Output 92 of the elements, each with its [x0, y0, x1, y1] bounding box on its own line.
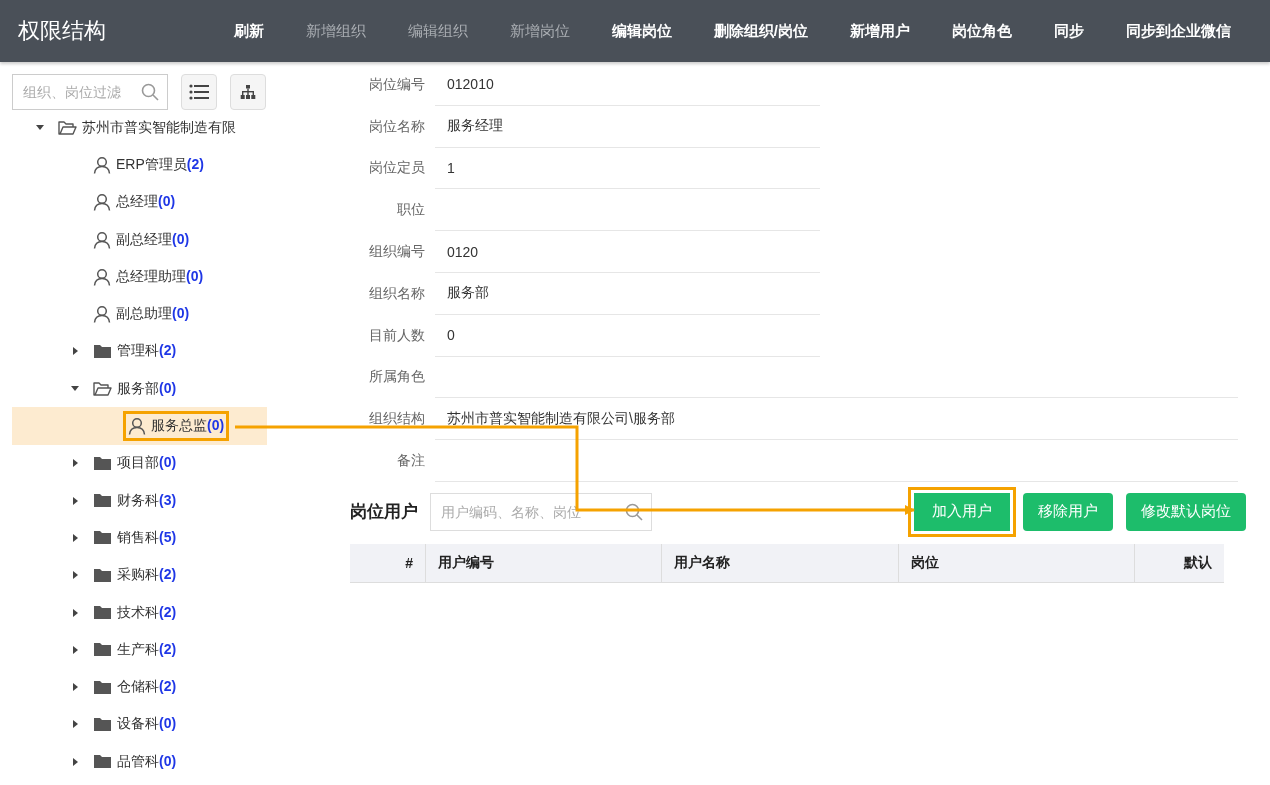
folder-icon	[93, 493, 112, 509]
org-chart-button[interactable]	[230, 74, 266, 110]
toolbar-button[interactable]: 岗位角色	[931, 15, 1033, 47]
tree-item-label: 技术科(2)	[117, 603, 177, 622]
field-label: 岗位编号	[368, 75, 425, 94]
person-icon	[128, 417, 146, 435]
tree-item[interactable]: 采购科(2)	[12, 556, 267, 594]
person-icon	[93, 193, 111, 212]
list-icon	[189, 84, 209, 100]
tree-item-label: 仓储科(2)	[117, 678, 177, 697]
column-header: #	[350, 543, 426, 583]
tree-item-label: 生产科(2)	[117, 640, 177, 659]
field-value: 苏州市普实智能制造有限公司\服务部	[435, 398, 1238, 441]
folder-icon	[93, 381, 112, 397]
folder-icon	[93, 679, 112, 695]
folder-icon	[93, 716, 112, 732]
person-icon	[93, 267, 111, 286]
folder-icon	[93, 343, 112, 359]
field-label: 备注	[396, 452, 425, 471]
field-label: 所属角色	[368, 368, 425, 387]
list-view-button[interactable]	[181, 74, 217, 110]
tree-item-label: 服务总监(0)	[151, 417, 225, 435]
tree-item[interactable]: 技术科(2)	[12, 593, 267, 632]
tree-item[interactable]: 生产科(2)	[12, 631, 267, 669]
search-icon	[141, 83, 159, 101]
field-value: 1	[435, 147, 820, 190]
hierarchy-icon	[240, 85, 256, 99]
field-value: 0120	[435, 231, 820, 273]
tree-item[interactable]: 销售科(5)	[12, 519, 267, 557]
section-title: 岗位用户	[350, 501, 418, 524]
field-label: 组织名称	[368, 284, 425, 303]
tree-item-label: 采购科(2)	[117, 566, 177, 585]
folder-icon	[93, 642, 112, 658]
column-header: 岗位	[898, 543, 1135, 583]
person-icon	[93, 230, 111, 249]
tree-item-label: 副总经理(0)	[116, 230, 190, 249]
tree-item-label: 总经理助理(0)	[116, 267, 204, 286]
folder-icon	[93, 567, 112, 583]
toolbar-button[interactable]: 同步到企业微信	[1105, 15, 1252, 47]
tree-item[interactable]: 管理科(2)	[12, 332, 267, 371]
folder-icon	[93, 605, 112, 620]
toolbar-button[interactable]: 新增用户	[829, 15, 931, 47]
page-title: 权限结构	[18, 17, 106, 45]
tree-item[interactable]: ERP管理员(2)	[12, 146, 267, 184]
tree-item[interactable]: 服务部(0)	[12, 370, 267, 408]
tree-item-label: 苏州市普实智能制造有限	[82, 118, 236, 137]
toolbar-button[interactable]: 同步	[1033, 15, 1105, 47]
tree-item-label: 管理科(2)	[117, 342, 177, 361]
tree-item-label: 财务科(3)	[117, 491, 177, 510]
tree-item-label: 设备科(0)	[117, 715, 177, 734]
tree-item[interactable]: 总经理助理(0)	[12, 258, 267, 296]
tree-filter-field[interactable]: 组织、岗位过滤	[12, 74, 168, 110]
tree-item-label: 副总助理(0)	[116, 305, 190, 324]
toolbar-button[interactable]: 编辑岗位	[590, 15, 693, 47]
field-label: 目前人数	[368, 326, 425, 345]
tree-item-label: 项目部(0)	[117, 454, 177, 473]
column-header: 用户编号	[425, 543, 662, 583]
field-value: 服务经理	[435, 105, 820, 148]
tree-item[interactable]: 项目部(0)	[12, 444, 267, 482]
tree-item-label: 总经理(0)	[116, 193, 176, 212]
field-value: 0	[435, 314, 820, 357]
tree-item[interactable]: 仓储科(2)	[12, 668, 267, 706]
field-value: 服务部	[435, 273, 820, 315]
tree-item[interactable]: 服务总监(0)	[12, 407, 267, 445]
toolbar-button[interactable]: 删除组织/岗位	[692, 15, 829, 47]
tree-item-label: 服务部(0)	[117, 379, 177, 398]
tree-item-label: 品管科(0)	[117, 752, 177, 771]
field-label: 组织编号	[368, 243, 425, 262]
column-header: 默认	[1134, 543, 1224, 583]
field-value: 012010	[435, 64, 820, 106]
toolbar-button[interactable]: 刷新	[212, 15, 285, 47]
folder-icon	[58, 120, 77, 136]
person-icon	[93, 305, 111, 324]
tree-item[interactable]: 财务科(3)	[12, 481, 267, 520]
person-icon	[93, 155, 111, 174]
tree-item[interactable]: 苏州市普实智能制造有限	[12, 109, 267, 147]
tree-item[interactable]: 副总助理(0)	[12, 295, 267, 333]
tree-item[interactable]: 品管科(0)	[12, 743, 267, 781]
folder-icon	[93, 455, 112, 471]
tree-item-label: 销售科(5)	[117, 528, 177, 547]
tree-item[interactable]: 总经理(0)	[12, 183, 267, 221]
tree-item[interactable]: 设备科(0)	[12, 705, 267, 744]
field-label: 职位	[396, 201, 425, 220]
search-icon	[625, 502, 643, 521]
tree-item[interactable]: 副总经理(0)	[12, 220, 267, 259]
folder-icon	[93, 754, 112, 770]
tree-item-label: ERP管理员(2)	[116, 155, 204, 174]
field-label: 岗位定员	[368, 159, 425, 178]
folder-icon	[93, 530, 112, 546]
field-label: 组织结构	[368, 410, 425, 429]
column-header: 用户名称	[662, 543, 899, 583]
field-label: 岗位名称	[368, 117, 425, 136]
